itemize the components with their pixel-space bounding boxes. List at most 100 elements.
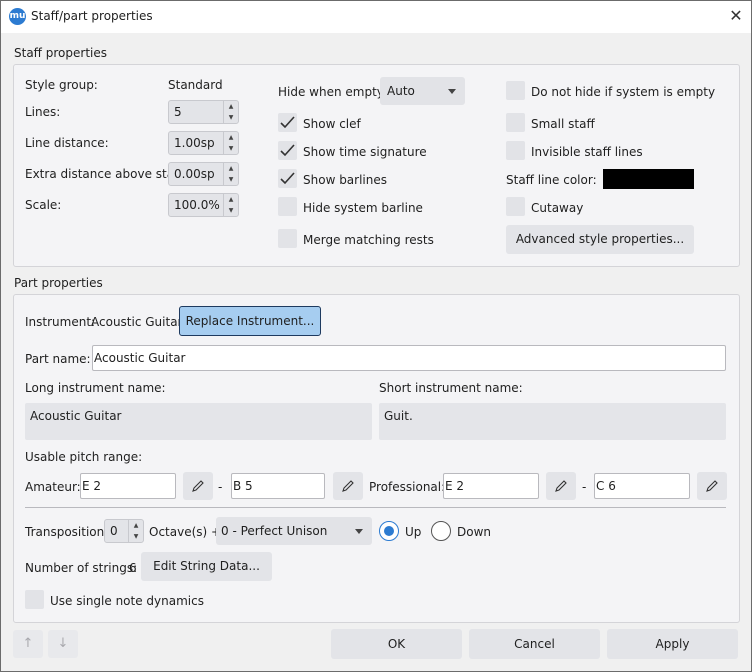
chevron-down-icon bbox=[355, 529, 363, 534]
amateur-high-input[interactable]: B 5 bbox=[231, 473, 325, 499]
show-clef-checkbox[interactable] bbox=[278, 113, 297, 132]
chevron-down-icon bbox=[448, 89, 456, 94]
hide-system-barline-label: Hide system barline bbox=[303, 201, 423, 215]
short-name-field[interactable]: Guit. bbox=[379, 403, 726, 440]
transposition-label: Transposition: bbox=[25, 525, 109, 539]
hide-system-barline-checkbox[interactable] bbox=[278, 197, 297, 216]
do-not-hide-label: Do not hide if system is empty bbox=[531, 85, 716, 99]
lines-spinbox[interactable]: 5 ▲ ▼ bbox=[168, 100, 239, 124]
spin-up-icon[interactable]: ▲ bbox=[224, 163, 238, 174]
spin-up-icon[interactable]: ▲ bbox=[129, 520, 143, 531]
line-distance-value: 1.00sp bbox=[174, 136, 215, 150]
style-group-value: Standard bbox=[168, 78, 223, 92]
professional-high-value: C 6 bbox=[596, 479, 616, 493]
show-barlines-label: Show barlines bbox=[303, 173, 388, 187]
style-group-label: Style group: bbox=[25, 78, 98, 92]
spin-down-icon[interactable]: ▼ bbox=[224, 112, 238, 123]
interval-dropdown[interactable]: 0 - Perfect Unison bbox=[216, 517, 372, 545]
pencil-icon bbox=[706, 480, 718, 492]
scale-label: Scale: bbox=[25, 198, 62, 212]
number-of-strings-label: Number of strings: bbox=[25, 561, 138, 575]
staff-line-color-swatch[interactable] bbox=[603, 169, 694, 189]
transposition-octave-value: 0 bbox=[110, 524, 118, 538]
amateur-high-value: B 5 bbox=[233, 479, 253, 493]
part-name-input[interactable]: Acoustic Guitar bbox=[92, 345, 726, 371]
line-distance-spinbox[interactable]: 1.00sp ▲ ▼ bbox=[168, 131, 239, 155]
hide-when-empty-label: Hide when empty: bbox=[278, 85, 388, 99]
small-staff-checkbox[interactable] bbox=[506, 113, 525, 132]
long-name-label: Long instrument name: bbox=[25, 381, 166, 395]
close-icon[interactable]: ✕ bbox=[726, 6, 746, 26]
pitch-range-label: Usable pitch range: bbox=[25, 450, 143, 464]
show-clef-label: Show clef bbox=[303, 117, 361, 131]
invisible-staff-lines-checkbox[interactable] bbox=[506, 141, 525, 160]
lines-value: 5 bbox=[174, 105, 182, 119]
scale-spinbox[interactable]: 100.0% ▲ ▼ bbox=[168, 193, 239, 217]
staff-line-color-label: Staff line color: bbox=[506, 173, 597, 187]
professional-low-pencil-button[interactable] bbox=[546, 472, 576, 500]
professional-high-input[interactable]: C 6 bbox=[594, 473, 690, 499]
show-time-signature-checkbox[interactable] bbox=[278, 141, 297, 160]
amateur-high-pencil-button[interactable] bbox=[333, 472, 363, 500]
move-down-button[interactable]: ↓ bbox=[48, 630, 78, 658]
single-note-dynamics-label: Use single note dynamics bbox=[50, 594, 204, 608]
instrument-label: Instrument: bbox=[25, 315, 96, 329]
checkmark-icon bbox=[280, 144, 295, 157]
arrow-up-icon: ↑ bbox=[22, 636, 34, 651]
staff-properties-title: Staff properties bbox=[14, 46, 107, 60]
arrow-down-icon: ↓ bbox=[57, 636, 69, 651]
up-radio[interactable] bbox=[379, 521, 399, 541]
spin-down-icon[interactable]: ▼ bbox=[224, 205, 238, 216]
cutaway-label: Cutaway bbox=[531, 201, 584, 215]
part-properties-title: Part properties bbox=[14, 276, 103, 290]
replace-instrument-button[interactable]: Replace Instrument... bbox=[179, 306, 321, 336]
professional-high-pencil-button[interactable] bbox=[697, 472, 727, 500]
edit-string-data-button[interactable]: Edit String Data... bbox=[141, 552, 272, 581]
professional-low-input[interactable]: E 2 bbox=[443, 473, 539, 499]
advanced-style-properties-button[interactable]: Advanced style properties... bbox=[506, 225, 694, 254]
move-up-button[interactable]: ↑ bbox=[13, 630, 43, 658]
octaves-label: Octave(s) + bbox=[149, 525, 222, 539]
part-name-value: Acoustic Guitar bbox=[94, 351, 186, 365]
part-name-label: Part name: bbox=[25, 352, 91, 366]
number-of-strings-value: 6 bbox=[129, 561, 137, 575]
long-name-field[interactable]: Acoustic Guitar bbox=[25, 403, 372, 440]
merge-matching-rests-label: Merge matching rests bbox=[303, 233, 434, 247]
professional-label: Professional: bbox=[369, 480, 446, 494]
show-barlines-checkbox[interactable] bbox=[278, 169, 297, 188]
window-title: Staff/part properties bbox=[31, 9, 153, 23]
ok-button[interactable]: OK bbox=[331, 629, 462, 659]
merge-matching-rests-checkbox[interactable] bbox=[278, 229, 297, 248]
lines-label: Lines: bbox=[25, 105, 61, 119]
apply-button[interactable]: Apply bbox=[607, 629, 738, 659]
pencil-icon bbox=[555, 480, 567, 492]
spin-up-icon[interactable]: ▲ bbox=[224, 132, 238, 143]
amateur-label: Amateur: bbox=[25, 480, 81, 494]
amateur-low-pencil-button[interactable] bbox=[183, 472, 213, 500]
spin-down-icon[interactable]: ▼ bbox=[129, 531, 143, 542]
short-name-value: Guit. bbox=[384, 409, 413, 423]
extra-distance-spinbox[interactable]: 0.00sp ▲ ▼ bbox=[168, 162, 239, 186]
single-note-dynamics-checkbox[interactable] bbox=[25, 590, 44, 609]
amateur-low-value: E 2 bbox=[82, 479, 102, 493]
amateur-low-input[interactable]: E 2 bbox=[80, 473, 176, 499]
transposition-octave-spinbox[interactable]: 0 ▲ ▼ bbox=[104, 519, 144, 543]
professional-dash: - bbox=[582, 480, 587, 494]
spin-up-icon[interactable]: ▲ bbox=[224, 101, 238, 112]
do-not-hide-checkbox[interactable] bbox=[506, 81, 525, 100]
spin-up-icon[interactable]: ▲ bbox=[224, 194, 238, 205]
cutaway-checkbox[interactable] bbox=[506, 197, 525, 216]
hide-when-empty-dropdown[interactable]: Auto bbox=[380, 77, 465, 105]
spin-down-icon[interactable]: ▼ bbox=[224, 174, 238, 185]
checkmark-icon bbox=[280, 116, 295, 129]
extra-distance-value: 0.00sp bbox=[174, 167, 215, 181]
scale-value: 100.0% bbox=[174, 198, 220, 212]
spin-down-icon[interactable]: ▼ bbox=[224, 143, 238, 154]
down-label: Down bbox=[457, 525, 492, 539]
cancel-button[interactable]: Cancel bbox=[469, 629, 600, 659]
long-name-value: Acoustic Guitar bbox=[30, 409, 122, 423]
down-radio[interactable] bbox=[431, 521, 451, 541]
extra-distance-label: Extra distance above staff: bbox=[25, 167, 187, 181]
up-label: Up bbox=[405, 525, 422, 539]
invisible-staff-lines-label: Invisible staff lines bbox=[531, 145, 643, 159]
